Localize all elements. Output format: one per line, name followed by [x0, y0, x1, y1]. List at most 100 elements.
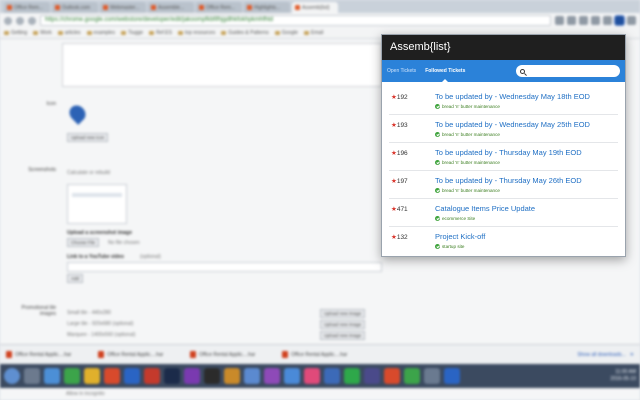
ticket-id: ★196: [391, 149, 408, 157]
taskbar-app-icon[interactable]: [44, 368, 60, 384]
screenshot-thumbnail[interactable]: [67, 184, 127, 224]
ticket-title-link[interactable]: To be updated by - Wednesday May 18th EO…: [435, 92, 590, 101]
back-icon[interactable]: [4, 16, 12, 25]
taskbar-app-icon[interactable]: [224, 368, 240, 384]
upload-icon-button[interactable]: Upload new icon: [67, 133, 109, 142]
download-item[interactable]: Office Rental Applic....har: [282, 351, 368, 358]
taskbar-app-icon[interactable]: [204, 368, 220, 384]
taskbar-app-icon[interactable]: [184, 368, 200, 384]
promo-label: Promotional tile images: [21, 305, 56, 317]
upload-promo-button[interactable]: Upload new image: [320, 309, 366, 318]
download-label: Office Rental Applic....har: [15, 351, 72, 358]
reload-icon[interactable]: [28, 16, 36, 25]
bookmark-label: examples: [93, 30, 115, 36]
forward-icon[interactable]: [16, 16, 24, 25]
show-all-downloads-link[interactable]: Show all downloads... ✕: [577, 352, 634, 358]
taskbar-app-icon[interactable]: [424, 368, 440, 384]
ticket-title-link[interactable]: To be updated by - Thursday May 26th EOD: [435, 176, 582, 185]
bookmark-item[interactable]: Tiugge: [120, 30, 143, 36]
tab-open-tickets[interactable]: Open Tickets: [387, 60, 416, 82]
ticket-title-link[interactable]: Project Kick-off: [435, 232, 485, 241]
search-input[interactable]: [528, 68, 616, 74]
taskbar-app-icon[interactable]: [284, 368, 300, 384]
bookmark-item[interactable]: top resources: [177, 30, 215, 36]
ticket-row[interactable]: ★193 To be updated by - Wednesday May 25…: [389, 115, 618, 143]
description-textarea[interactable]: [62, 43, 382, 87]
taskbar-app-icon[interactable]: [404, 368, 420, 384]
download-item[interactable]: Office Rental Applic....har: [6, 351, 92, 358]
ticket-tag-label: bread 'n' butter maintenance: [442, 104, 500, 109]
taskbar-app-icon[interactable]: [384, 368, 400, 384]
bookmark-item[interactable]: examples: [86, 30, 115, 36]
file-icon: [282, 351, 288, 358]
taskbar-app-icon[interactable]: [144, 368, 160, 384]
app-icon: [66, 102, 89, 125]
bookmark-item[interactable]: Google: [274, 30, 298, 36]
taskbar-app-icon[interactable]: [444, 368, 460, 384]
taskbar-app-icon[interactable]: [84, 368, 100, 384]
browser-tab[interactable]: Office Rem...: [196, 2, 242, 13]
extension-icon[interactable]: [591, 16, 600, 25]
taskbar-app-icon[interactable]: [304, 368, 320, 384]
taskbar-app-icon[interactable]: [324, 368, 340, 384]
youtube-optional: (optional): [140, 254, 161, 260]
bookmark-item[interactable]: articles: [57, 30, 81, 36]
url-field[interactable]: https://chrome.google.com/webstore/devel…: [40, 15, 551, 26]
extension-icon[interactable]: [555, 16, 564, 25]
check-icon: [435, 216, 440, 221]
browser-tab[interactable]: Assemble...: [148, 2, 194, 13]
taskbar-app-icon[interactable]: [164, 368, 180, 384]
bookmark-item[interactable]: Guides & Patterns: [221, 30, 269, 36]
promo-row-text: Large tile - 920x680 (optional): [67, 321, 134, 327]
add-video-button[interactable]: Add: [67, 274, 84, 283]
tab-followed-tickets[interactable]: Followed Tickets: [425, 60, 465, 82]
taskbar-app-icon[interactable]: [344, 368, 360, 384]
menu-icon[interactable]: [627, 16, 636, 25]
bookmark-item[interactable]: Email: [303, 30, 323, 36]
browser-tab[interactable]: Outlook.com: [52, 2, 98, 13]
bookmark-item[interactable]: Ref.ES: [149, 30, 172, 36]
ticket-title-link[interactable]: To be updated by - Thursday May 19th EOD: [435, 148, 582, 157]
ticket-title-link[interactable]: Catalogue Items Price Update: [435, 204, 535, 213]
ticket-tag: bread 'n' butter maintenance: [435, 188, 500, 193]
assemblist-popup: Assemb{list} Open Tickets Followed Ticke…: [381, 34, 626, 257]
assemblist-extension-icon[interactable]: [615, 16, 624, 25]
bookmark-item[interactable]: Work: [33, 30, 52, 36]
browser-tab[interactable]: Webmaster...: [100, 2, 146, 13]
ticket-id: ★471: [391, 205, 408, 213]
downloads-bar: Office Rental Applic....har Office Renta…: [0, 344, 640, 364]
search-box[interactable]: [516, 65, 620, 77]
ticket-row[interactable]: ★132 Project Kick-off startup site: [389, 227, 618, 255]
taskbar-app-icon[interactable]: [124, 368, 140, 384]
taskbar-app-icon[interactable]: [64, 368, 80, 384]
ticket-row[interactable]: ★471 Catalogue Items Price Update ecomme…: [389, 199, 618, 227]
download-item[interactable]: Office Rental Applic....har: [190, 351, 276, 358]
show-all-label: Show all downloads...: [577, 351, 626, 358]
download-item[interactable]: Office Rental Applic....har: [98, 351, 184, 358]
extension-icon[interactable]: [567, 16, 576, 25]
start-icon[interactable]: [4, 368, 20, 384]
bookmark-item[interactable]: Getting: [4, 30, 27, 36]
bookmark-label: Google: [281, 30, 298, 36]
extension-icon[interactable]: [603, 16, 612, 25]
ticket-title-link[interactable]: To be updated by - Wednesday May 25th EO…: [435, 120, 590, 129]
ticket-row[interactable]: ★192 To be updated by - Wednesday May 18…: [389, 87, 618, 115]
close-icon[interactable]: ✕: [630, 352, 634, 358]
extension-icon[interactable]: [579, 16, 588, 25]
taskbar-app-icon[interactable]: [264, 368, 280, 384]
taskbar-app-icon[interactable]: [244, 368, 260, 384]
browser-tab[interactable]: Office Rem...: [4, 2, 50, 13]
browser-tab[interactable]: Highlights...: [244, 2, 290, 13]
ticket-row[interactable]: ★196 To be updated by - Thursday May 19t…: [389, 143, 618, 171]
taskbar-app-icon[interactable]: [24, 368, 40, 384]
upload-promo-button[interactable]: Upload new image: [320, 320, 366, 329]
browser-tab-active[interactable]: Assemb{list}: [292, 2, 338, 13]
ticket-row[interactable]: ★197 To be updated by - Thursday May 26t…: [389, 171, 618, 199]
upload-promo-button[interactable]: Upload new image: [320, 331, 366, 340]
chrome-icon[interactable]: [104, 368, 120, 384]
taskbar-app-icon[interactable]: [364, 368, 380, 384]
youtube-input[interactable]: [67, 262, 382, 272]
popup-tab-bar: Open Tickets Followed Tickets: [382, 60, 625, 82]
clock[interactable]: 11:00 AM 2016-05-10: [610, 369, 636, 383]
choose-file-button[interactable]: Choose File: [67, 238, 100, 247]
